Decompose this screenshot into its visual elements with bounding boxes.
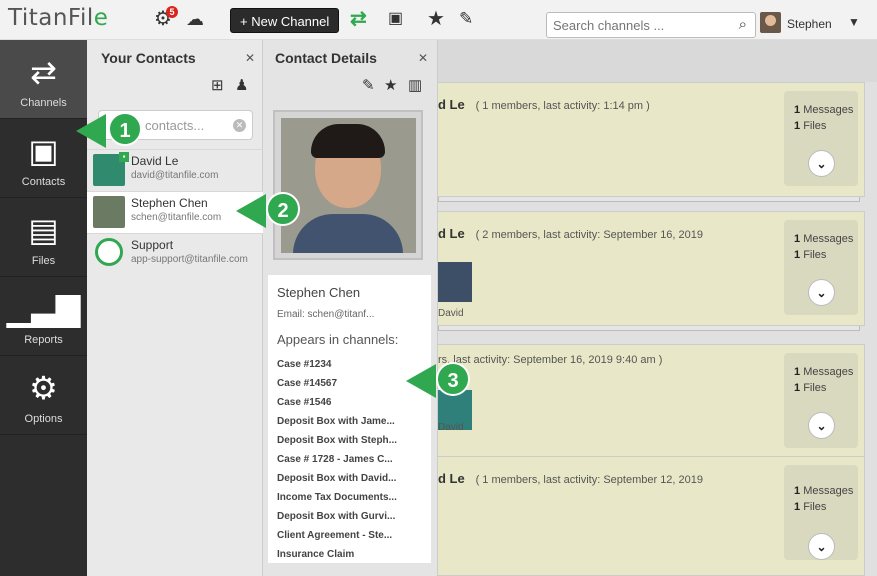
- top-bar: TitanFile ⚙ 5 ☁ + New Channel ⇄ ▣ ★ ✎ ⌕ …: [0, 0, 877, 40]
- appears-in-label: Appears in channels:: [277, 332, 399, 347]
- channel-card[interactable]: d Le ( 2 members, last activity: Septemb…: [438, 211, 865, 326]
- user-name: Stephen: [787, 17, 832, 31]
- channel-link[interactable]: Case # 1728 - James C...: [277, 450, 397, 469]
- channel-link[interactable]: Deposit Box with Gurvi...: [277, 507, 397, 526]
- nav-contacts[interactable]: ▣ Contacts: [0, 119, 87, 198]
- channel-link[interactable]: Case #14567: [277, 374, 397, 393]
- channel-link[interactable]: Deposit Box with David...: [277, 469, 397, 488]
- channel-stats: 1 Messages 1 Files ⌄: [784, 465, 858, 560]
- search-placeholder: contacts...: [145, 118, 205, 133]
- contact-row[interactable]: ▪ David Le david@titanfile.com: [87, 149, 263, 191]
- edit-icon[interactable]: ✎: [459, 8, 473, 30]
- new-channel-button[interactable]: + New Channel: [230, 8, 340, 33]
- star-icon[interactable]: ★: [427, 8, 445, 30]
- titanfile-logo[interactable]: TitanFile: [8, 5, 108, 31]
- bookmark-icon: ▣: [28, 133, 59, 169]
- contact-name: Stephen Chen: [277, 285, 361, 300]
- caret-down-icon[interactable]: ▼: [848, 15, 860, 29]
- nav-files[interactable]: ▤ Files: [0, 198, 87, 277]
- notification-badge: 5: [166, 6, 178, 18]
- contact-photo: [281, 118, 416, 253]
- contact-info-card: Stephen Chen Email: schen@titanf... Appe…: [268, 275, 431, 563]
- main-header: [438, 40, 877, 82]
- toolbox-icon[interactable]: ▣: [388, 8, 403, 30]
- channel-stats: 1 Messages 1 Files ⌄: [784, 91, 858, 186]
- expand-chevron-icon[interactable]: ⌄: [808, 533, 835, 560]
- channel-stats: 1 Messages 1 Files ⌄: [784, 353, 858, 448]
- left-nav: ⇄ Channels ▣ Contacts ▤ Files ▁▃▇ Report…: [0, 40, 87, 576]
- nav-channels[interactable]: ⇄ Channels: [0, 40, 87, 119]
- edit-icon[interactable]: ✎: [362, 76, 375, 94]
- card-edge: [438, 197, 860, 202]
- panel-title: Your Contacts: [101, 50, 196, 66]
- avatar: [93, 196, 125, 228]
- channel-link[interactable]: Deposit Box with Steph...: [277, 431, 397, 450]
- gear-icon: ⚙: [29, 370, 58, 406]
- channel-link[interactable]: Insurance Claim: [277, 545, 397, 564]
- avatar: [760, 12, 781, 33]
- channel-search[interactable]: ⌕: [546, 12, 756, 38]
- callout-1: 1: [76, 112, 152, 150]
- member-avatar: [438, 262, 472, 302]
- channel-link[interactable]: Case #1546: [277, 393, 397, 412]
- transfer-icon: ⇄: [30, 54, 57, 90]
- card-edge: [438, 326, 860, 331]
- cloud-icon[interactable]: ☁: [186, 8, 204, 30]
- channel-link[interactable]: Deposit Box with Jame...: [277, 412, 397, 431]
- channel-card[interactable]: d Le ( 1 members, last activity: Septemb…: [438, 456, 865, 576]
- channel-link[interactable]: Income Tax Documents...: [277, 488, 397, 507]
- channel-stats: 1 Messages 1 Files ⌄: [784, 220, 858, 315]
- support-logo-icon: [95, 238, 123, 266]
- channel-card[interactable]: rs, last activity: September 16, 2019 9:…: [438, 344, 865, 459]
- star-icon[interactable]: ★: [384, 76, 397, 94]
- close-icon[interactable]: ✕: [245, 51, 255, 65]
- contact-badge-icon: ▪: [119, 152, 129, 162]
- expand-chevron-icon[interactable]: ⌄: [808, 150, 835, 177]
- file-icon: ▤: [28, 212, 59, 248]
- channel-list: Case #1234 Case #14567 Case #1546 Deposi…: [277, 355, 397, 564]
- bar-chart-icon: ▁▃▇: [6, 291, 81, 327]
- search-input[interactable]: [553, 14, 723, 36]
- channel-link[interactable]: Client Agreement - Ste...: [277, 526, 397, 545]
- contact-email: Email: schen@titanf...: [277, 309, 375, 320]
- channel-link[interactable]: Case #1234: [277, 355, 397, 374]
- close-icon[interactable]: ✕: [418, 51, 428, 65]
- expand-chevron-icon[interactable]: ⌄: [808, 279, 835, 306]
- search-icon[interactable]: ⌕: [739, 16, 747, 33]
- contact-row[interactable]: Support app-support@titanfile.com: [87, 233, 263, 275]
- contact-details-panel: Contact Details ✕ ✎ ★ ▥ Stephen Chen Ema…: [263, 40, 438, 576]
- channel-list-main: d Le ( 1 members, last activity: 1:14 pm…: [438, 40, 877, 576]
- trash-icon[interactable]: ▥: [408, 76, 422, 94]
- nav-reports[interactable]: ▁▃▇ Reports: [0, 277, 87, 356]
- channel-card[interactable]: d Le ( 1 members, last activity: 1:14 pm…: [438, 82, 865, 197]
- expand-chevron-icon[interactable]: ⌄: [808, 412, 835, 439]
- clear-icon[interactable]: ✕: [233, 119, 246, 132]
- add-contact-icon[interactable]: ⊞: [211, 76, 224, 94]
- contact-photo-frame: [273, 110, 423, 260]
- panel-title: Contact Details: [275, 50, 377, 66]
- transfer-icon[interactable]: ⇄: [350, 8, 367, 30]
- callout-2: 2: [236, 192, 312, 230]
- add-user-icon[interactable]: ♟: [235, 76, 248, 94]
- callout-3: 3: [406, 362, 482, 400]
- nav-options[interactable]: ⚙ Options: [0, 356, 87, 435]
